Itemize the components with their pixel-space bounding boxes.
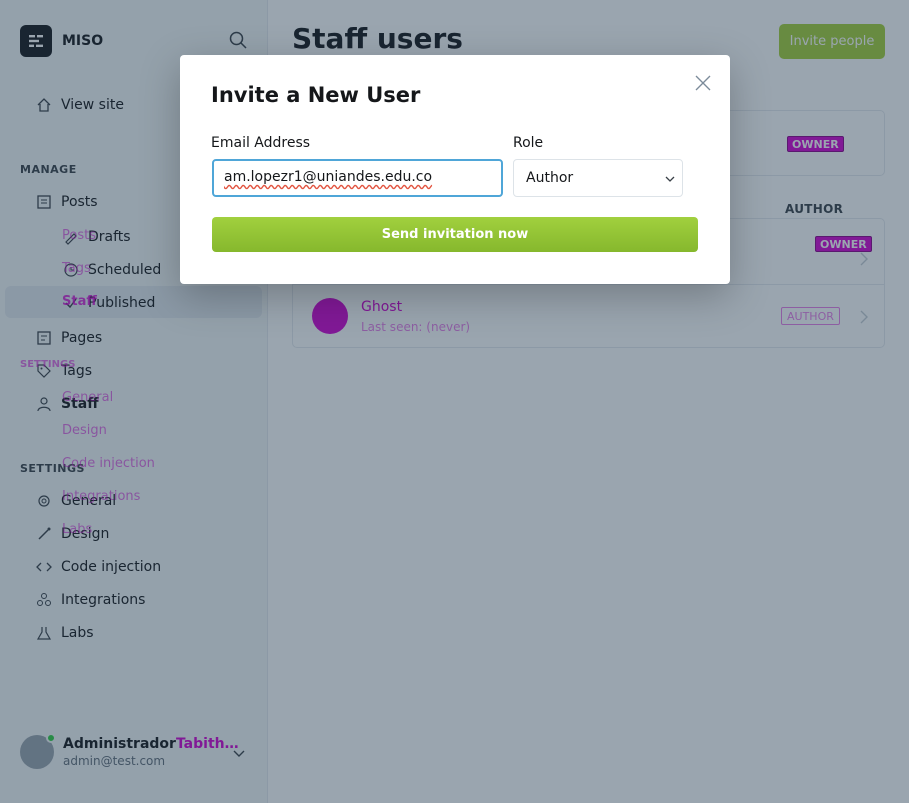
role-label: Role bbox=[513, 135, 544, 151]
chevron-down-icon bbox=[665, 176, 675, 182]
role-select-value: Author bbox=[526, 170, 574, 186]
email-field-value: am.lopezr1@uniandes.edu.co bbox=[224, 169, 433, 185]
email-label: Email Address bbox=[211, 135, 311, 151]
close-icon[interactable] bbox=[693, 73, 713, 93]
send-invitation-button[interactable]: Send invitation now bbox=[212, 217, 698, 252]
role-select[interactable]: Author bbox=[513, 159, 683, 197]
modal-title: Invite a New User bbox=[211, 83, 421, 107]
invite-user-modal: Invite a New User Email Address am.lopez… bbox=[180, 55, 730, 284]
